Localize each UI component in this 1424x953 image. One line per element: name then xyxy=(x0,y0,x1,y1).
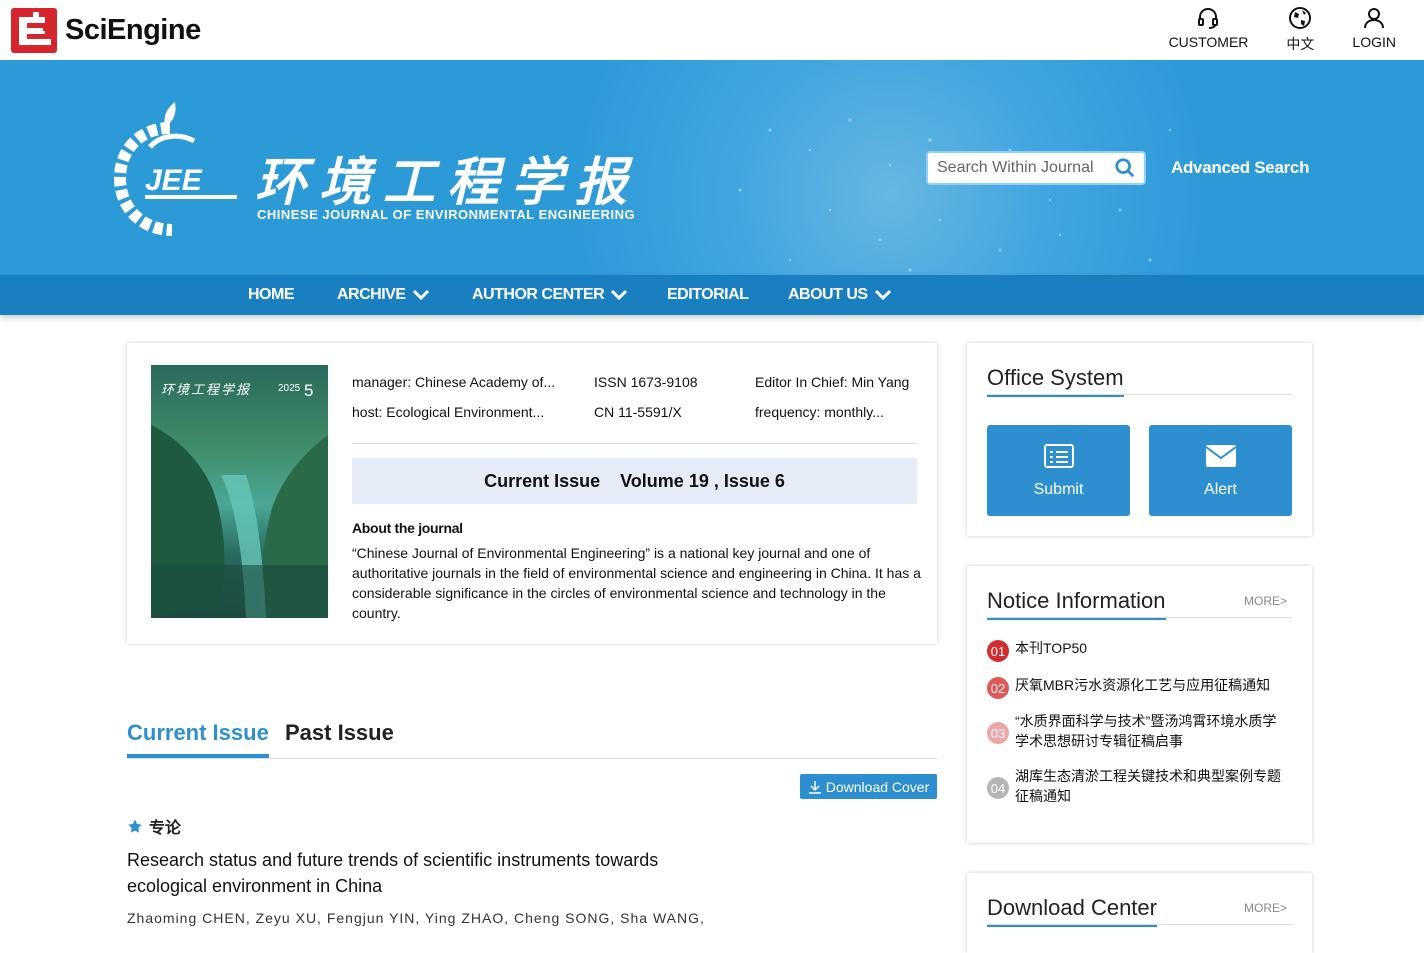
issue-tabs: Current Issue Past Issue xyxy=(127,720,937,759)
chevron-down-icon xyxy=(611,289,628,301)
download-more-link[interactable]: MORE> xyxy=(1244,901,1287,915)
top-bar: SciEngine CUSTOMER 中文 LOGIN xyxy=(0,0,1424,60)
notice-text: “水质界面科学与技术”暨汤鸿霄环境水质学学术思想研讨专辑征稿启事 xyxy=(1015,713,1277,749)
notice-more-link[interactable]: MORE> xyxy=(1244,594,1287,608)
notice-number: 02 xyxy=(987,677,1009,699)
divider xyxy=(987,394,1292,395)
language-label: 中文 xyxy=(1286,36,1315,52)
journal-editor: Editor In Chief: Min Yang xyxy=(755,374,910,390)
about-title: About the journal xyxy=(352,520,463,536)
logo-text: JEE xyxy=(145,164,203,197)
nav-editorial[interactable]: EDITORIAL xyxy=(667,275,749,315)
current-issue-label: Current Issue xyxy=(484,470,601,491)
nav-author-center[interactable]: AUTHOR CENTER xyxy=(472,275,628,315)
cover-title: 环境工程学报 xyxy=(161,383,252,398)
alert-button[interactable]: Alert xyxy=(1149,425,1292,516)
star-icon xyxy=(128,819,142,833)
notice-number: 01 xyxy=(987,640,1009,662)
office-system-card: Office System Submit Alert xyxy=(967,343,1312,536)
login-button[interactable]: LOGIN xyxy=(1352,6,1396,54)
nav-about-us-label: ABOUT US xyxy=(788,286,868,303)
notice-item[interactable]: 02 厌氧MBR污水资源化工艺与应用征稿通知 xyxy=(987,675,1290,699)
section-heading: 专论 xyxy=(127,814,181,838)
language-button[interactable]: 中文 xyxy=(1286,6,1314,54)
journal-manager: manager: Chinese Academy of... xyxy=(352,374,556,390)
tab-current-issue[interactable]: Current Issue xyxy=(127,720,269,758)
journal-name-chinese: 环境工程学报 xyxy=(255,152,640,213)
cover-year: 2025 xyxy=(278,383,301,394)
download-cover-label: Download Cover xyxy=(825,778,930,795)
notice-title: Notice Information xyxy=(987,588,1166,620)
globe-icon xyxy=(1289,7,1312,29)
office-system-title: Office System xyxy=(987,365,1124,397)
headset-icon xyxy=(1198,8,1219,29)
nav-home[interactable]: HOME xyxy=(248,275,295,315)
notice-text: 湖库生态清淤工程关键技术和典型案例专题征稿通知 xyxy=(1015,768,1281,804)
current-issue-value: Volume 19 , Issue 6 xyxy=(620,470,785,491)
nav-about-us[interactable]: ABOUT US xyxy=(788,275,892,315)
user-icon xyxy=(1364,8,1385,29)
journal-info-card: 环境工程学报 2025 5 manager: Chinese Academy o… xyxy=(127,343,937,644)
cover-number: 5 xyxy=(304,381,314,400)
notice-number: 04 xyxy=(987,777,1009,799)
section-label: 专论 xyxy=(149,820,182,837)
notice-item[interactable]: 01 本刊TOP50 xyxy=(987,638,1290,662)
nav-author-center-label: AUTHOR CENTER xyxy=(472,286,605,303)
notice-card: Notice Information MORE> 01 本刊TOP50 02 厌… xyxy=(967,566,1312,843)
submit-label: Submit xyxy=(1033,480,1084,498)
submit-button[interactable]: Submit xyxy=(987,425,1130,516)
nav-editorial-label: EDITORIAL xyxy=(667,286,749,303)
nav-archive-label: ARCHIVE xyxy=(337,286,406,303)
mail-icon xyxy=(1204,444,1237,467)
journal-name-english: CHINESE JOURNAL OF ENVIRONMENTAL ENGINEE… xyxy=(257,207,636,222)
main-nav: HOME ARCHIVE AUTHOR CENTER EDITORIAL ABO… xyxy=(0,275,1424,315)
tab-past-issue[interactable]: Past Issue xyxy=(285,720,394,754)
notice-item[interactable]: 03 “水质界面科学与技术”暨汤鸿霄环境水质学学术思想研讨专辑征稿启事 xyxy=(987,711,1290,751)
journal-banner: JEE 环境工程学报 CHINESE JOURNAL OF ENVIRONMEN… xyxy=(0,60,1424,275)
divider xyxy=(987,924,1292,925)
notice-number: 03 xyxy=(987,722,1009,744)
journal-issn: ISSN 1673-9108 xyxy=(594,374,698,390)
download-cover-button[interactable]: Download Cover xyxy=(800,774,937,799)
about-text: “Chinese Journal of Environmental Engine… xyxy=(352,545,921,621)
journal-search xyxy=(926,151,1146,185)
download-center-title: Download Center xyxy=(987,895,1157,927)
customer-label: CUSTOMER xyxy=(1168,34,1249,50)
alert-label: Alert xyxy=(1204,480,1237,498)
brand-name: SciEngine xyxy=(65,13,201,46)
divider xyxy=(352,443,917,444)
notice-text: 本刊TOP50 xyxy=(1015,640,1088,656)
journal-host: host: Ecological Environment... xyxy=(352,404,545,420)
notice-item[interactable]: 04 湖库生态清淤工程关键技术和典型案例专题征稿通知 xyxy=(987,766,1290,806)
nav-archive[interactable]: ARCHIVE xyxy=(337,275,430,315)
sciengine-logo-icon xyxy=(11,8,57,53)
login-label: LOGIN xyxy=(1352,34,1396,50)
nav-home-label: HOME xyxy=(248,286,295,303)
search-icon xyxy=(1115,158,1135,178)
current-issue-banner[interactable]: Current Issue Volume 19 , Issue 6 xyxy=(352,458,917,504)
article-title-link[interactable]: Research status and future trends of sci… xyxy=(127,847,727,899)
journal-cover[interactable]: 环境工程学报 2025 5 xyxy=(151,365,328,618)
search-button[interactable] xyxy=(1108,153,1142,183)
form-icon xyxy=(1043,443,1074,468)
divider xyxy=(987,617,1292,618)
customer-button[interactable]: CUSTOMER xyxy=(1168,6,1249,54)
download-icon xyxy=(808,780,821,794)
download-center-card: Download Center MORE> xyxy=(967,873,1312,953)
journal-cn: CN 11-5591/X xyxy=(594,404,682,420)
chevron-down-icon xyxy=(874,289,891,301)
advanced-search-link[interactable]: Advanced Search xyxy=(1171,158,1309,178)
brand-logo[interactable]: SciEngine xyxy=(10,5,201,55)
chevron-down-icon xyxy=(412,289,429,301)
jee-logo-icon: JEE xyxy=(113,102,237,236)
search-input[interactable] xyxy=(928,154,1108,182)
notice-text: 厌氧MBR污水资源化工艺与应用征稿通知 xyxy=(1015,677,1271,693)
journal-frequency: frequency: monthly... xyxy=(755,404,884,420)
cover-landscape xyxy=(151,425,328,618)
article-authors: Zhaoming CHEN, Zeyu XU, Fengjun YIN, Yin… xyxy=(127,910,705,926)
